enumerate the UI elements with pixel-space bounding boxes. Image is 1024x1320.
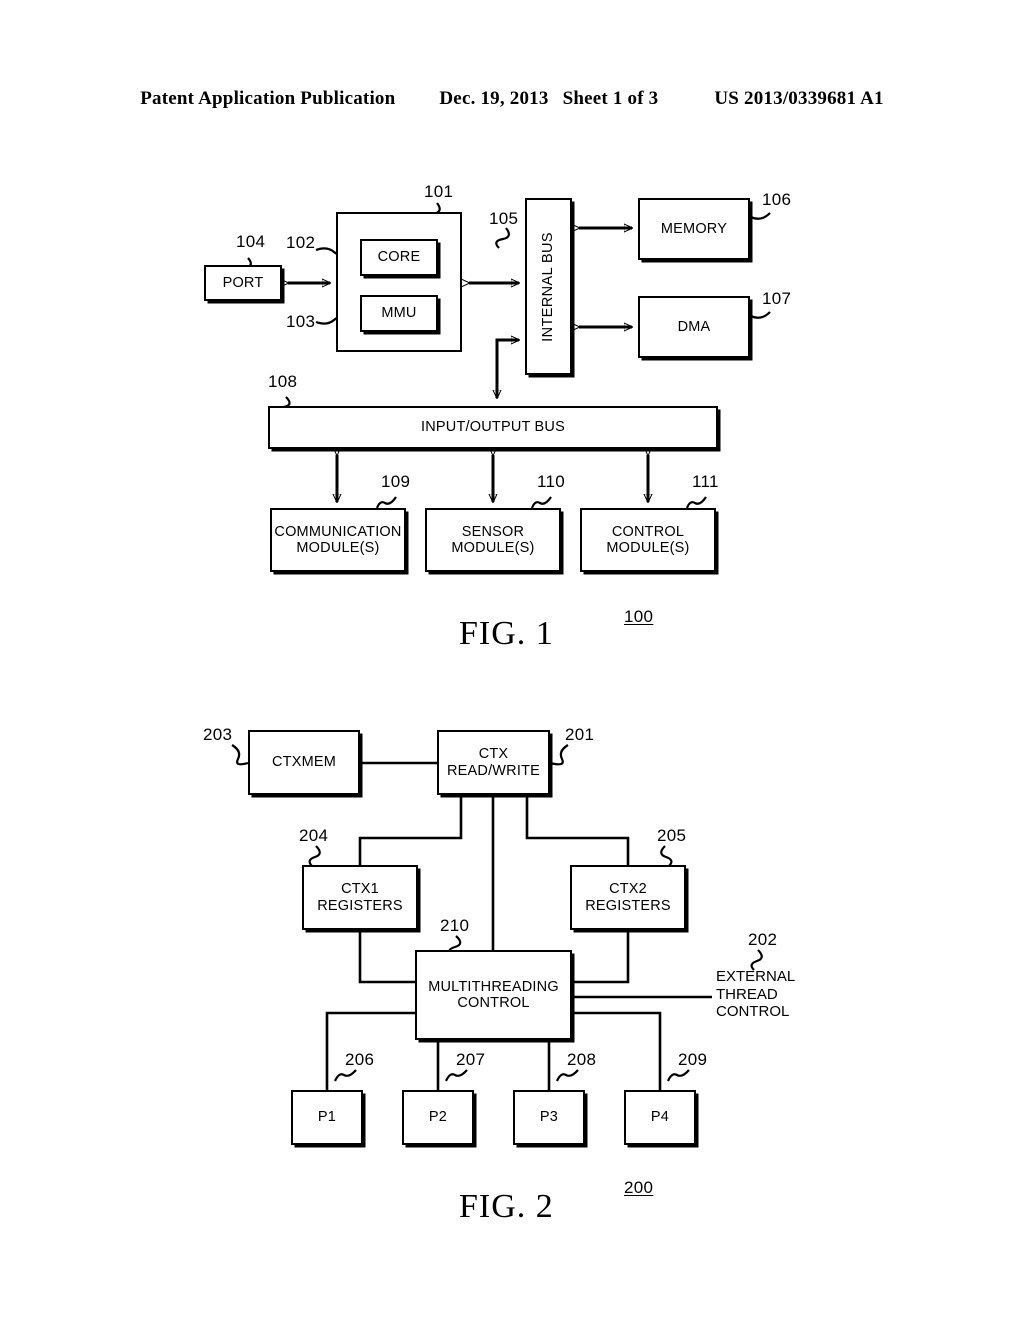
ext-line-1: EXTERNAL [716,968,796,985]
figure-1-caption: FIG. 1 [459,615,554,652]
ctx1-line-1: CTX1 [341,881,379,898]
ext-line-3: CONTROL [716,1003,790,1021]
block-p3-label: P3 [539,1109,559,1126]
block-p3[interactable]: P3 [513,1090,585,1145]
comm-line-2: MODULE(S) [296,540,380,556]
header-publication: Patent Application Publication [140,88,396,109]
ref-206: 206 [345,1050,375,1069]
block-port[interactable]: PORT [204,265,282,301]
block-p4[interactable]: P4 [624,1090,696,1145]
header-patent-number: US 2013/0339681 A1 [714,88,884,109]
header-date: Dec. 19, 2013 [439,88,549,109]
ctx-rw-line-2: READ/WRITE [446,762,541,779]
figure-1-connectors [237,202,771,509]
ref-205: 205 [657,826,687,845]
block-multithreading-control[interactable]: MULTITHREADING CONTROL [415,950,572,1040]
mt-line-2: CONTROL [457,995,530,1011]
ctx1-line-2: REGISTERS [317,897,403,914]
block-port-label: PORT [222,274,264,291]
block-internal-bus[interactable]: INTERNAL BUS [525,198,572,375]
figure-2-caption: FIG. 2 [459,1188,554,1225]
figure-2-ref-number: 200 [624,1178,654,1197]
block-memory[interactable]: MEMORY [638,198,750,260]
ref-207: 207 [456,1050,486,1069]
ref-104: 104 [236,232,266,251]
ext-line-2: THREAD [716,985,778,1003]
ref-209: 209 [678,1050,708,1069]
block-ctxmem-label: CTXMEM [271,754,337,771]
block-mmu-label: MMU [381,305,417,322]
block-memory-label: MEMORY [660,220,728,237]
block-p4-label: P4 [650,1109,670,1126]
figure-1-ref-number: 100 [624,607,654,626]
ref-208: 208 [567,1050,597,1069]
block-ctx1-registers[interactable]: CTX1 REGISTERS [302,865,418,930]
block-ctx-read-write-label: CTX READ/WRITE [447,746,540,778]
block-p1[interactable]: P1 [291,1090,363,1145]
sensor-line-2: MODULE(S) [451,540,535,556]
page-header: Patent Application Publication Dec. 19, … [0,88,1024,110]
sensor-line-1: SENSOR [461,523,525,540]
block-multithreading-control-label: MULTITHREADING CONTROL [428,979,559,1011]
ref-201: 201 [565,725,595,744]
block-internal-bus-label: INTERNAL BUS [540,231,557,342]
block-io-bus-label: INPUT/OUTPUT BUS [421,419,565,436]
block-core[interactable]: CORE [360,239,438,276]
block-io-bus[interactable]: INPUT/OUTPUT BUS [268,406,718,449]
ref-203: 203 [203,725,233,744]
ref-105: 105 [489,209,519,228]
block-dma-label: DMA [677,318,711,335]
block-core-label: CORE [377,249,421,266]
block-mmu[interactable]: MMU [360,295,438,332]
block-ctx2-registers[interactable]: CTX2 REGISTERS [570,865,686,930]
ctx2-line-2: REGISTERS [585,897,671,914]
block-communication-modules[interactable]: COMMUNICATION MODULE(S) [270,508,406,572]
label-external-thread-control: EXTERNAL THREAD CONTROL [716,968,795,1021]
block-ctx2-registers-label: CTX2 REGISTERS [585,881,671,913]
ctx-rw-line-1: CTX [478,746,509,763]
ref-109: 109 [381,472,411,491]
ref-102: 102 [286,233,316,252]
ref-210: 210 [440,916,470,935]
figure-2-connectors [231,744,763,1090]
ref-110: 110 [537,472,566,491]
ref-107: 107 [762,289,792,308]
ref-101: 101 [424,182,454,201]
block-control-modules[interactable]: CONTROL MODULE(S) [580,508,716,572]
ref-204: 204 [299,826,329,845]
block-dma[interactable]: DMA [638,296,750,358]
ref-108: 108 [268,372,298,391]
control-line-2: MODULE(S) [606,540,690,556]
block-sensor-modules[interactable]: SENSOR MODULE(S) [425,508,561,572]
ctx2-line-1: CTX2 [609,881,647,898]
block-p1-label: P1 [317,1109,337,1126]
header-sheet-number: Sheet 1 of 3 [562,88,659,109]
block-ctx1-registers-label: CTX1 REGISTERS [317,881,403,913]
control-line-1: CONTROL [611,523,685,540]
block-sensor-modules-label: SENSOR MODULE(S) [451,524,534,556]
mt-line-1: MULTITHREADING [428,978,559,995]
block-p2-label: P2 [428,1109,448,1126]
ref-202: 202 [748,930,778,949]
ref-103: 103 [286,312,316,331]
ref-106: 106 [762,190,792,209]
comm-line-1: COMMUNICATION [274,523,402,540]
block-control-modules-label: CONTROL MODULE(S) [606,524,689,556]
block-ctxmem[interactable]: CTXMEM [248,730,360,795]
ref-111: 111 [692,472,719,491]
block-p2[interactable]: P2 [402,1090,474,1145]
block-ctx-read-write[interactable]: CTX READ/WRITE [437,730,550,795]
block-communication-modules-label: COMMUNICATION MODULE(S) [274,524,401,556]
